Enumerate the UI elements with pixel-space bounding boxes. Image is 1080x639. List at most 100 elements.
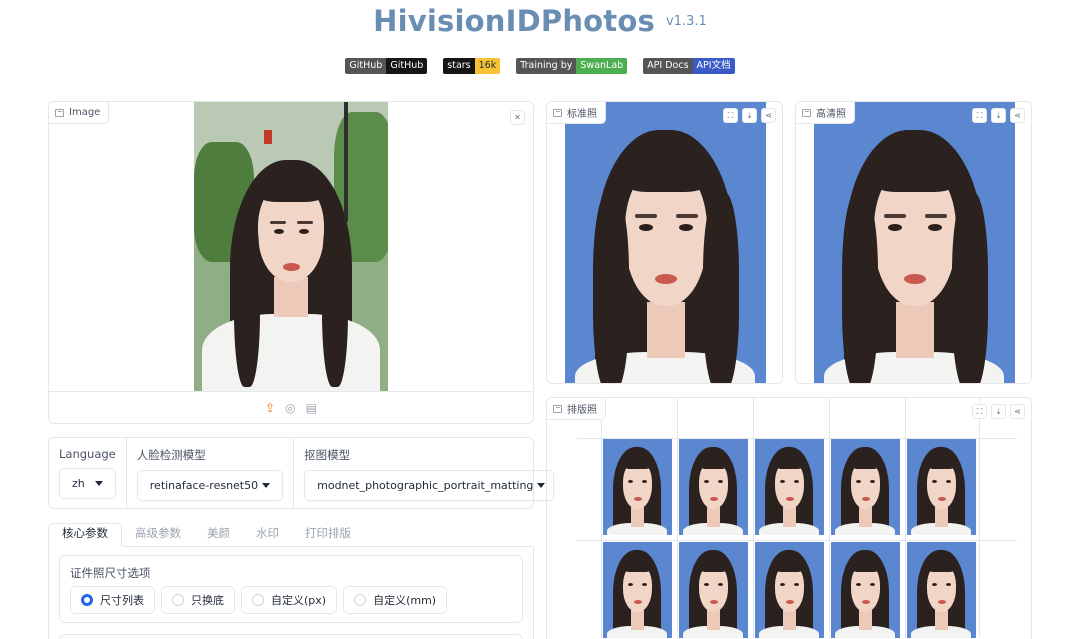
badge-left-label: GitHub — [345, 58, 387, 74]
radio-icon — [354, 594, 367, 606]
layout-guide-line — [677, 398, 678, 638]
swanlab-badge[interactable]: Training by SwanLab — [516, 58, 628, 74]
input-photo — [194, 102, 388, 392]
tab-core-params[interactable]: 核心参数 — [48, 523, 122, 547]
layout-guide-line — [979, 398, 980, 638]
standard-photo — [565, 102, 766, 383]
fullscreen-icon[interactable]: ⛶ — [972, 108, 987, 123]
matting-model-select[interactable]: modnet_photographic_portrait_matting — [304, 470, 555, 501]
size-options-label: 证件照尺寸选项 — [70, 566, 151, 580]
image-label: Image — [69, 107, 101, 118]
matting-model-setting: 抠图模型 modnet_photographic_portrait_mattin… — [294, 438, 564, 508]
download-icon[interactable]: ⤓ — [742, 108, 757, 123]
title-row: HivisionIDPhotos v1.3.1 — [0, 4, 1080, 38]
radio-size-list[interactable]: 尺寸列表 — [70, 586, 155, 614]
hd-label: 高清照 — [816, 109, 846, 120]
input-image-panel[interactable]: Image ✕ ⇪ ◎ ▤ — [48, 101, 534, 424]
language-select[interactable]: zh — [59, 468, 116, 499]
layout-id-photo — [755, 439, 824, 535]
image-icon — [553, 108, 562, 117]
badge-right-label: API文档 — [692, 58, 735, 74]
image-label-chip: Image — [49, 102, 110, 124]
size-options-box: 证件照尺寸选项 尺寸列表 只换底 自定义(px) 自定义(mm) — [59, 555, 523, 623]
hd-label-chip: 高清照 — [796, 102, 855, 124]
layout-id-photo — [907, 439, 976, 535]
radio-selected-icon — [81, 594, 93, 606]
fullscreen-icon[interactable]: ⛶ — [723, 108, 738, 123]
download-icon[interactable]: ⤓ — [991, 404, 1006, 419]
layout-photo-panel: 排版照 ⛶ ⤓ ⋖ — [546, 397, 1032, 639]
standard-label-chip: 标准照 — [547, 102, 606, 124]
radio-icon — [252, 594, 264, 606]
next-settings-box — [59, 634, 523, 639]
close-icon[interactable]: ✕ — [510, 110, 525, 125]
share-icon[interactable]: ⋖ — [1010, 108, 1025, 123]
radio-label: 尺寸列表 — [100, 594, 144, 607]
image-icon — [553, 404, 562, 413]
layout-id-photo — [907, 542, 976, 638]
stars-badge[interactable]: stars 16k — [443, 58, 501, 74]
share-icon[interactable]: ⋖ — [1010, 404, 1025, 419]
layout-guide-line — [829, 398, 830, 638]
language-label: Language — [59, 447, 116, 461]
badge-right-label: GitHub — [386, 58, 428, 74]
matting-model-value: modnet_photographic_portrait_matting — [317, 479, 534, 492]
app-version: v1.3.1 — [666, 13, 707, 29]
share-icon[interactable]: ⋖ — [761, 108, 776, 123]
layout-id-photo — [679, 439, 748, 535]
parameter-tabs: 核心参数 高级参数 美颜 水印 打印排版 — [48, 523, 534, 547]
layout-id-photo — [831, 439, 900, 535]
layout-sheet — [547, 398, 1031, 639]
layout-id-photo — [603, 439, 672, 535]
model-settings-group: Language zh 人脸检测模型 retinaface-resnet50 抠… — [48, 437, 555, 509]
app-title: HivisionIDPhotos — [373, 4, 655, 38]
core-params-panel: 证件照尺寸选项 尺寸列表 只换底 自定义(px) 自定义(mm) — [48, 546, 534, 639]
clipboard-icon[interactable]: ▤ — [306, 401, 317, 415]
layout-label: 排版照 — [567, 405, 597, 416]
layout-id-photo — [831, 542, 900, 638]
webcam-icon[interactable]: ◎ — [285, 401, 295, 415]
tab-beauty[interactable]: 美颜 — [194, 522, 243, 546]
tab-advanced-params[interactable]: 高级参数 — [122, 522, 194, 546]
radio-label: 自定义(px) — [271, 594, 327, 607]
image-source-bar: ⇪ ◎ ▤ — [49, 391, 533, 423]
tab-watermark[interactable]: 水印 — [243, 522, 292, 546]
face-model-select[interactable]: retinaface-resnet50 — [136, 470, 284, 501]
layout-id-photo — [603, 542, 672, 638]
image-icon — [802, 108, 811, 117]
size-options-radio-group: 尺寸列表 只换底 自定义(px) 自定义(mm) — [70, 586, 448, 614]
radio-custom-px[interactable]: 自定义(px) — [241, 586, 338, 614]
standard-label: 标准照 — [567, 109, 597, 120]
badge-left-label: API Docs — [643, 58, 693, 74]
image-icon — [55, 108, 64, 117]
chevron-down-icon — [537, 483, 546, 488]
layout-id-photo — [679, 542, 748, 638]
download-icon[interactable]: ⤓ — [991, 108, 1006, 123]
fullscreen-icon[interactable]: ⛶ — [972, 404, 987, 419]
api-docs-badge[interactable]: API Docs API文档 — [643, 58, 735, 74]
radio-label: 自定义(mm) — [373, 594, 437, 607]
tab-print-layout[interactable]: 打印排版 — [292, 522, 364, 546]
face-model-label: 人脸检测模型 — [136, 448, 206, 462]
radio-custom-mm[interactable]: 自定义(mm) — [343, 586, 448, 614]
badge-left-label: stars — [443, 58, 475, 74]
standard-photo-panel: 标准照 ⛶ ⤓ ⋖ — [546, 101, 783, 384]
layout-id-photo — [755, 542, 824, 638]
layout-guide-line — [905, 398, 906, 638]
radio-label: 只换底 — [191, 594, 224, 607]
face-model-setting: 人脸检测模型 retinaface-resnet50 — [127, 438, 295, 508]
badge-left-label: Training by — [516, 58, 577, 74]
layout-guide-line — [753, 398, 754, 638]
chevron-down-icon — [262, 483, 271, 488]
github-badge[interactable]: GitHub GitHub — [345, 58, 428, 74]
upload-icon[interactable]: ⇪ — [265, 401, 275, 415]
language-value: zh — [72, 477, 85, 490]
matting-model-label: 抠图模型 — [304, 448, 351, 462]
radio-background-only[interactable]: 只换底 — [161, 586, 235, 614]
badge-right-label: 16k — [474, 58, 501, 74]
hd-photo-panel: 高清照 ⛶ ⤓ ⋖ — [795, 101, 1032, 384]
layout-guide-line — [577, 540, 1017, 541]
badge-row: GitHub GitHub stars 16k Training by Swan… — [0, 58, 1080, 74]
badge-right-label: SwanLab — [576, 58, 628, 74]
language-setting: Language zh — [49, 438, 127, 508]
